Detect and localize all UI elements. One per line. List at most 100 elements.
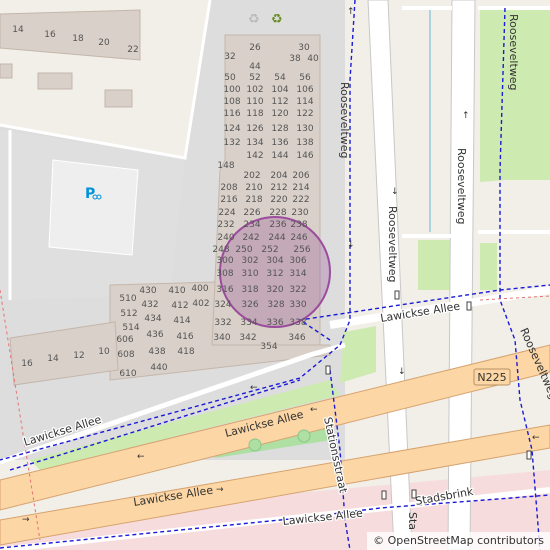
house-number-222: 222	[292, 195, 309, 205]
house-number-410: 410	[168, 286, 185, 296]
house-number-436: 436	[146, 330, 163, 340]
house-number-240: 240	[217, 233, 234, 243]
house-number-300: 300	[216, 256, 233, 266]
road-ref-n225: N225	[473, 368, 511, 386]
house-number-322: 322	[289, 285, 306, 295]
house-number-432: 432	[141, 300, 158, 310]
house-number-610: 610	[119, 369, 136, 379]
house-number-216: 216	[220, 195, 237, 205]
grass-east-4	[480, 243, 497, 290]
house-number-26: 26	[249, 43, 261, 53]
house-number-440: 440	[150, 363, 167, 373]
house-number-256: 256	[293, 245, 310, 255]
svg-text:←: ←	[137, 452, 145, 462]
house-number-212: 212	[270, 183, 287, 193]
house-number-320: 320	[266, 285, 283, 295]
house-number-354: 354	[260, 342, 277, 352]
house-number-252: 252	[261, 245, 278, 255]
house-number-514: 514	[122, 323, 139, 333]
house-number-112: 112	[271, 97, 288, 107]
house-number-226: 226	[243, 208, 260, 218]
svg-text:↑: ↑	[347, 7, 355, 17]
building-small-3	[104, 89, 133, 108]
house-number-336: 336	[266, 318, 283, 328]
attribution: © OpenStreetMap contributors	[367, 532, 550, 550]
house-number-108: 108	[223, 97, 240, 107]
house-number-342: 342	[239, 333, 256, 343]
house-number-44: 44	[249, 62, 261, 72]
house-number-100: 100	[223, 85, 240, 95]
house-number-302: 302	[241, 256, 258, 266]
house-number-206: 206	[292, 171, 309, 181]
house-number-304: 304	[266, 256, 283, 266]
house-number-318: 318	[241, 285, 258, 295]
rooseveltweg-road-2	[447, 0, 476, 550]
house-number-244: 244	[268, 233, 285, 243]
house-number-312: 312	[266, 269, 283, 279]
house-number-30: 30	[298, 43, 310, 53]
house-number-316: 316	[216, 285, 233, 295]
label-rooseveltweg-2: Rooseveltweg	[386, 206, 399, 283]
tree-1	[248, 438, 262, 452]
house-number-332: 332	[214, 318, 231, 328]
svg-text:↓: ↓	[391, 187, 399, 197]
house-number-338: 338	[289, 318, 306, 328]
house-number-114: 114	[296, 97, 313, 107]
house-number-120: 120	[271, 109, 288, 119]
house-number-130: 130	[296, 124, 313, 134]
house-number-144: 144	[271, 151, 288, 161]
building-small-1	[0, 63, 13, 79]
house-number-204: 204	[270, 171, 287, 181]
house-number-242: 242	[242, 233, 259, 243]
house-number-16: 16	[44, 30, 56, 40]
house-number-608: 608	[117, 350, 134, 360]
svg-text:↑: ↑	[462, 111, 470, 121]
house-number-104: 104	[271, 85, 288, 95]
house-number-136: 136	[271, 138, 288, 148]
house-number-510: 510	[119, 294, 136, 304]
house-number-414: 414	[173, 316, 190, 326]
house-number-210: 210	[245, 183, 262, 193]
house-number-10: 10	[98, 347, 110, 357]
house-number-16: 16	[21, 359, 33, 369]
house-number-132: 132	[223, 138, 240, 148]
label-rooseveltweg-3: Rooseveltweg	[455, 148, 468, 225]
house-number-330: 330	[289, 300, 306, 310]
house-number-118: 118	[246, 109, 263, 119]
attribution-link[interactable]: OpenStreetMap contributors	[388, 534, 544, 547]
house-number-38: 38	[289, 54, 301, 64]
house-number-142: 142	[246, 151, 263, 161]
house-number-12: 12	[73, 351, 84, 361]
house-number-148: 148	[217, 161, 234, 171]
house-number-14: 14	[47, 354, 59, 364]
house-number-126: 126	[246, 124, 263, 134]
house-number-20: 20	[98, 38, 110, 48]
house-number-14: 14	[12, 25, 24, 35]
house-number-106: 106	[296, 85, 313, 95]
label-sta-partial: Sta	[406, 512, 419, 530]
house-number-22: 22	[127, 45, 138, 55]
house-number-402: 402	[192, 299, 209, 309]
map-canvas[interactable]: 14 16 18 20 22 26 30 32 38 40 44 50 52 54 56 100 102 104 1…	[0, 0, 550, 550]
house-number-308: 308	[216, 269, 233, 279]
house-number-340: 340	[213, 333, 230, 343]
house-number-326: 326	[241, 300, 258, 310]
house-number-430: 430	[139, 286, 156, 296]
house-number-250: 250	[235, 245, 252, 255]
svg-text:←: ←	[532, 433, 540, 443]
house-number-32: 32	[224, 52, 235, 62]
house-number-232: 232	[217, 220, 234, 230]
svg-text:↓: ↓	[347, 240, 355, 250]
svg-text:→: →	[22, 515, 30, 525]
house-number-412: 412	[171, 301, 188, 311]
house-number-310: 310	[241, 269, 258, 279]
house-number-124: 124	[223, 124, 240, 134]
house-number-418: 418	[177, 347, 194, 357]
house-number-246: 246	[290, 233, 307, 243]
svg-text:←: ←	[250, 383, 258, 393]
house-number-346: 346	[288, 333, 305, 343]
house-number-234: 234	[243, 220, 260, 230]
house-number-52: 52	[249, 73, 260, 83]
road-ref-label: N225	[477, 371, 506, 384]
house-number-230: 230	[291, 208, 308, 218]
